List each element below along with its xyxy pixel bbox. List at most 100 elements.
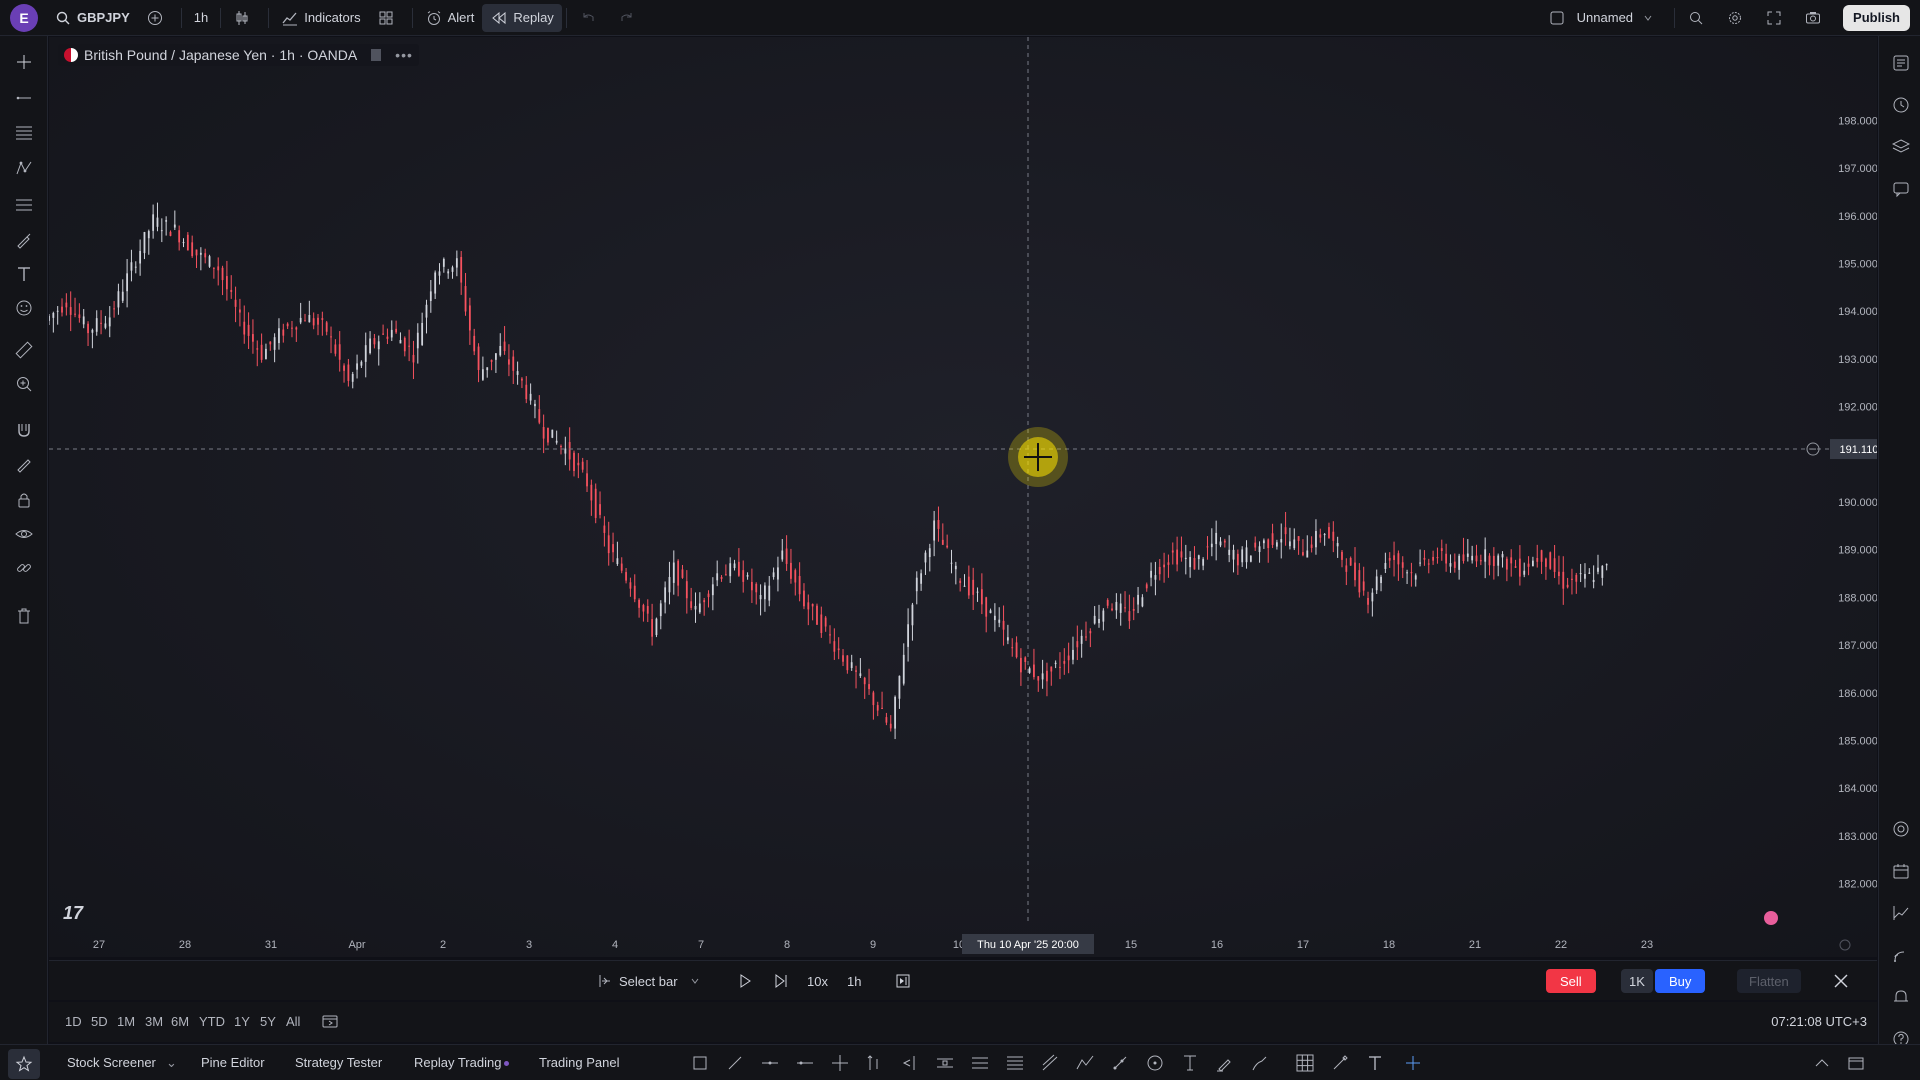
bookmark-icon[interactable] [371, 49, 382, 61]
symbol-search-button[interactable]: GBPJPY [46, 4, 138, 32]
interval-button[interactable]: 1h [186, 4, 216, 32]
magnet-tool-button[interactable] [10, 416, 38, 444]
emoji-tool-button[interactable] [10, 294, 38, 322]
forecast-tool-button[interactable] [10, 190, 38, 218]
tab-pine-editor[interactable]: Pine Editor [201, 1055, 265, 1070]
lock-drawings-button[interactable] [10, 486, 38, 514]
templates-button[interactable] [369, 4, 408, 32]
stay-in-drawing-button[interactable] [10, 450, 38, 478]
jump-to-realtime-button[interactable] [895, 969, 911, 993]
crosshair-small-icon[interactable] [1403, 1053, 1423, 1073]
alert-button[interactable]: Alert [417, 4, 483, 32]
regression-channel-icon[interactable] [970, 1053, 990, 1073]
ideas-button[interactable] [1888, 816, 1914, 842]
hide-drawings-button[interactable] [10, 520, 38, 548]
chats-button[interactable] [1888, 176, 1914, 202]
parallel-channel-icon[interactable] [935, 1053, 955, 1073]
more-options-icon[interactable]: ••• [395, 47, 413, 63]
highlighter-icon[interactable] [1215, 1053, 1235, 1073]
replay-speed-button[interactable]: 10x [807, 969, 828, 993]
forward-step-button[interactable] [773, 969, 789, 993]
tradingview-logo[interactable]: 17 [63, 903, 83, 924]
crosshair-tool-button[interactable] [10, 48, 38, 76]
zoom-tool-button[interactable] [10, 370, 38, 398]
trend-line-tool-button[interactable] [10, 84, 38, 112]
fib-retracement-icon[interactable] [1005, 1053, 1025, 1073]
tab-strategy-tester[interactable]: Strategy Tester [295, 1055, 382, 1070]
sell-button[interactable]: Sell [1546, 969, 1596, 993]
quick-search-button[interactable] [1679, 4, 1718, 32]
range-1y[interactable]: 1Y [234, 1014, 250, 1029]
replay-button[interactable]: Replay [482, 3, 562, 32]
long-position-icon[interactable] [865, 1053, 885, 1073]
symbol-legend[interactable]: British Pound / Japanese Yen · 1h · OAND… [58, 44, 419, 66]
undo-button[interactable] [571, 4, 610, 32]
pen-icon[interactable] [1330, 1053, 1350, 1073]
brush-stroke-icon[interactable] [1250, 1053, 1270, 1073]
range-all[interactable]: All [286, 1014, 300, 1029]
range-ytd[interactable]: YTD [199, 1014, 225, 1029]
ray-tool-icon[interactable] [1110, 1053, 1130, 1073]
maximize-panel-icon[interactable] [1846, 1053, 1866, 1073]
tab-stock-screener[interactable]: Stock Screener [67, 1055, 156, 1070]
chevron-up-icon[interactable] [1812, 1053, 1832, 1073]
fib-tool-button[interactable] [10, 118, 38, 146]
publish-button[interactable]: Publish [1843, 4, 1910, 31]
measure-tool-button[interactable] [10, 336, 38, 364]
select-bar-button[interactable]: Select bar [597, 969, 700, 993]
indicators-button[interactable]: Indicators [273, 4, 368, 32]
chart-type-button[interactable] [225, 4, 264, 32]
utc-clock[interactable]: 07:21:08 UTC+3 [1771, 1014, 1867, 1029]
circle-tool-icon[interactable] [1145, 1053, 1165, 1073]
pitchfork-icon[interactable] [1040, 1053, 1060, 1073]
line-tool-icon[interactable] [725, 1053, 745, 1073]
range-3m[interactable]: 3M [145, 1014, 163, 1029]
text-cursor-icon[interactable] [1180, 1053, 1200, 1073]
redo-button[interactable] [610, 4, 649, 32]
settings-button[interactable] [1718, 4, 1757, 32]
compare-symbol-button[interactable] [138, 4, 177, 32]
sync-drawings-button[interactable] [10, 554, 38, 582]
horizontal-ray-icon[interactable] [795, 1053, 815, 1073]
range-5d[interactable]: 5D [91, 1014, 108, 1029]
notifications-button[interactable] [1888, 984, 1914, 1010]
range-5y[interactable]: 5Y [260, 1014, 276, 1029]
remove-drawings-button[interactable] [10, 602, 38, 630]
snapshot-button[interactable] [1796, 4, 1835, 32]
screener-chevron-icon[interactable]: ⌄ [166, 1055, 177, 1071]
text-tool-button[interactable] [10, 260, 38, 288]
cross-line-icon[interactable] [830, 1053, 850, 1073]
brush-tool-button[interactable] [10, 226, 38, 254]
range-6m[interactable]: 6M [171, 1014, 189, 1029]
flatten-button[interactable]: Flatten [1737, 969, 1801, 993]
chart-pane[interactable]: 198.000 197.000 196.000 195.000 194.000 193.0… [49, 37, 1877, 957]
horizontal-line-icon[interactable] [760, 1053, 780, 1073]
close-replay-button[interactable] [1833, 969, 1849, 993]
replay-step-interval-button[interactable]: 1h [847, 969, 861, 993]
streams-button[interactable] [1888, 942, 1914, 968]
alerts-panel-button[interactable] [1888, 92, 1914, 118]
arrow-marker-icon[interactable] [900, 1053, 920, 1073]
play-button[interactable] [737, 969, 753, 993]
path-tool-icon[interactable] [1075, 1053, 1095, 1073]
object-tree-button[interactable] [1888, 134, 1914, 160]
quantity-button[interactable]: 1K [1621, 969, 1653, 993]
text-tool-icon[interactable] [1365, 1053, 1385, 1073]
calendar-button[interactable] [1888, 858, 1914, 884]
watchlist-button[interactable] [1888, 50, 1914, 76]
tab-replay-trading[interactable]: Replay Trading [414, 1055, 501, 1070]
price-chart-svg[interactable]: 198.000 197.000 196.000 195.000 194.000 193.0… [49, 37, 1877, 957]
fullscreen-button[interactable] [1757, 4, 1796, 32]
pattern-tool-button[interactable] [10, 154, 38, 182]
rectangle-tool-icon[interactable] [690, 1053, 710, 1073]
grid-table-icon[interactable] [1295, 1053, 1315, 1073]
tab-trading-panel[interactable]: Trading Panel [539, 1055, 619, 1070]
range-1m[interactable]: 1M [117, 1014, 135, 1029]
user-avatar[interactable]: E [10, 3, 38, 32]
layout-menu-button[interactable]: Unnamed [1540, 4, 1670, 32]
favorites-button[interactable] [8, 1049, 40, 1079]
goto-date-button[interactable] [321, 1012, 339, 1033]
buy-button[interactable]: Buy [1655, 969, 1706, 993]
range-1d[interactable]: 1D [65, 1014, 82, 1029]
data-window-button[interactable] [1888, 900, 1914, 926]
